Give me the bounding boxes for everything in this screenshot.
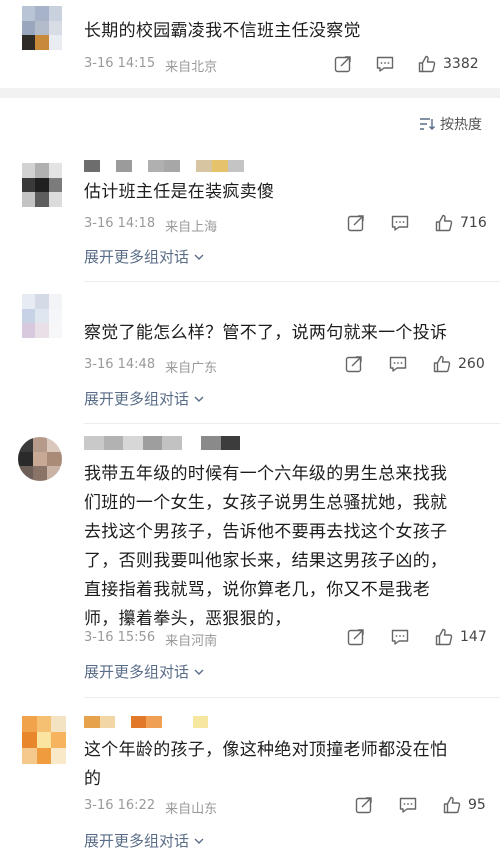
- comment-text: 察觉了能怎么样？管不了，说两句就来一个投诉: [84, 323, 448, 343]
- expand-replies-link[interactable]: 展开更多组对话: [84, 830, 205, 851]
- comment-text: 这个年龄的孩子，像这种绝对顶撞老师都没在怕 的: [84, 736, 447, 794]
- share-button[interactable]: [346, 627, 366, 647]
- divider: [84, 281, 500, 282]
- post-location: 来自北京: [165, 60, 218, 75]
- comment-button[interactable]: [390, 627, 410, 647]
- expand-replies-label: 展开更多组对话: [84, 390, 190, 408]
- comment-icon: [399, 797, 417, 813]
- chevron-down-icon: [194, 838, 204, 844]
- like-button[interactable]: 95: [442, 795, 486, 815]
- thumbs-up-icon: [443, 796, 461, 814]
- thumbs-up-icon: [433, 355, 451, 373]
- comment-time: 3-16 15:56: [84, 630, 156, 645]
- comment-meta: 3-16 14:18 来自上海: [84, 216, 217, 235]
- comment-text-line: 们班的一个女生，女孩子说男生总骚扰她，我就: [84, 493, 448, 513]
- share-icon: [334, 56, 351, 73]
- comment-location: 来自河南: [165, 634, 218, 649]
- sort-by-hot-button[interactable]: 按热度: [418, 114, 482, 134]
- comment-actions: 260: [344, 354, 485, 374]
- like-count: 147: [460, 629, 487, 645]
- comment-button[interactable]: [375, 54, 395, 74]
- comment-icon: [376, 56, 394, 72]
- post-meta: 3-16 14:15 来自北京: [84, 56, 217, 75]
- share-button[interactable]: [344, 354, 364, 374]
- comment-actions: 147: [346, 627, 487, 647]
- divider: [84, 423, 500, 424]
- comment-icon: [391, 215, 409, 231]
- comment-text-line: 这个年龄的孩子，像这种绝对顶撞老师都没在怕: [84, 740, 448, 760]
- avatar[interactable]: [22, 163, 62, 207]
- like-button[interactable]: 716: [434, 213, 487, 233]
- username[interactable]: [84, 716, 208, 728]
- chevron-down-icon: [194, 396, 204, 402]
- comment-button[interactable]: [388, 354, 408, 374]
- comment-text-line: 了，否则我要叫他家长来，结果这男孩子凶的，: [84, 551, 448, 571]
- username[interactable]: [84, 436, 240, 450]
- expand-replies-link[interactable]: 展开更多组对话: [84, 388, 205, 409]
- avatar[interactable]: [18, 437, 62, 481]
- avatar[interactable]: [22, 6, 62, 50]
- expand-replies-label: 展开更多组对话: [84, 832, 190, 850]
- like-count: 3382: [443, 56, 479, 72]
- comment-icon: [389, 356, 407, 372]
- comment-text-line: 直接指着我就骂，说你算老几，你又不是我老: [84, 580, 430, 600]
- comment-meta: 3-16 14:48 来自广东: [84, 357, 217, 376]
- username[interactable]: [84, 160, 244, 172]
- post-time: 3-16 14:15: [84, 56, 156, 71]
- comment-location: 来自广东: [165, 361, 218, 376]
- like-button[interactable]: 260: [432, 354, 485, 374]
- comment-text-line: 我带五年级的时候有一个六年级的男生总来找我: [84, 464, 448, 484]
- expand-replies-label: 展开更多组对话: [84, 663, 190, 681]
- divider: [0, 88, 500, 98]
- comment-time: 3-16 16:22: [84, 798, 156, 813]
- thumbs-up-icon: [435, 628, 453, 646]
- share-icon: [355, 797, 372, 814]
- avatar[interactable]: [22, 716, 66, 764]
- share-icon: [347, 629, 364, 646]
- post-actions: 3382: [333, 54, 479, 74]
- thumbs-up-icon: [418, 55, 436, 73]
- comment-text: 估计班主任是在装疯卖傻: [84, 182, 275, 202]
- like-button[interactable]: 147: [434, 627, 487, 647]
- sort-icon: [420, 118, 435, 130]
- thumbs-up-icon: [435, 214, 453, 232]
- comment-icon: [391, 629, 409, 645]
- share-button[interactable]: [333, 54, 353, 74]
- like-count: 260: [458, 356, 485, 372]
- comment-text-line: 去找这个男孩子，告诉他不要再去找这个女孩子: [84, 522, 448, 542]
- comment-meta: 3-16 16:22 来自山东: [84, 798, 217, 817]
- avatar[interactable]: [22, 294, 62, 338]
- chevron-down-icon: [194, 669, 204, 675]
- share-button[interactable]: [346, 213, 366, 233]
- expand-replies-label: 展开更多组对话: [84, 248, 190, 266]
- comment-button[interactable]: [398, 795, 418, 815]
- comment-location: 来自上海: [165, 220, 218, 235]
- comment-location: 来自山东: [165, 802, 218, 817]
- comment-actions: 95: [354, 795, 486, 815]
- like-count: 716: [460, 215, 487, 231]
- comment-meta: 3-16 15:56 来自河南: [84, 630, 217, 649]
- expand-replies-link[interactable]: 展开更多组对话: [84, 246, 205, 267]
- share-icon: [345, 356, 362, 373]
- like-count: 95: [468, 797, 486, 813]
- post-text: 长期的校园霸凌我不信班主任没察觉: [84, 21, 361, 41]
- share-icon: [347, 215, 364, 232]
- chevron-down-icon: [194, 254, 204, 260]
- comment-text: 我带五年级的时候有一个六年级的男生总来找我 们班的一个女生，女孩子说男生总骚扰她…: [84, 460, 447, 634]
- comment-time: 3-16 14:48: [84, 357, 156, 372]
- like-button[interactable]: 3382: [417, 54, 479, 74]
- comment-time: 3-16 14:18: [84, 216, 156, 231]
- comment-actions: 716: [346, 213, 487, 233]
- share-button[interactable]: [354, 795, 374, 815]
- comment-text-line: 的: [84, 769, 102, 789]
- sort-label: 按热度: [440, 117, 482, 133]
- divider: [84, 697, 500, 698]
- expand-replies-link[interactable]: 展开更多组对话: [84, 661, 205, 682]
- comment-button[interactable]: [390, 213, 410, 233]
